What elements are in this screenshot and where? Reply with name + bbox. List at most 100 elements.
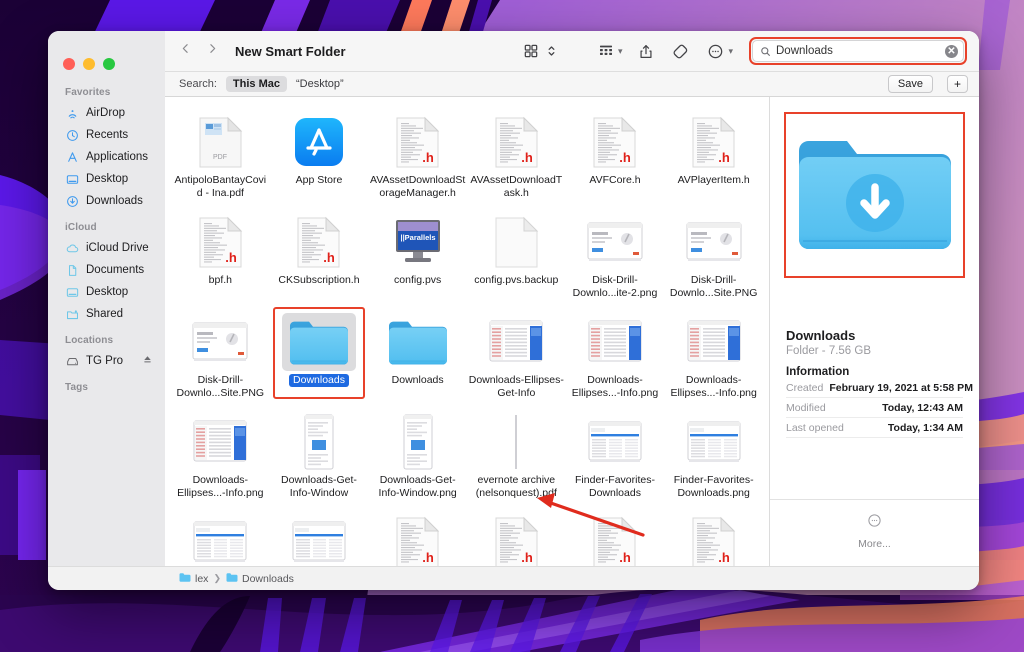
grid-view-icon[interactable] [519,41,543,61]
sidebar-item-airdrop[interactable]: AirDrop [48,102,165,124]
shared-folder-icon [65,307,79,321]
navigation-buttons[interactable] [179,41,219,61]
file-item[interactable]: Disk-Drill-Downlo...Site.PNG [664,207,763,307]
tag-icon[interactable] [668,41,693,62]
file-item[interactable]: App Store [270,107,369,207]
search-field[interactable]: Downloads ✕ [752,40,964,62]
file-item[interactable]: .h [368,507,467,566]
file-item[interactable]: ||Parallels config.pvs [368,207,467,307]
sidebar-item-downloads[interactable]: Downloads [48,190,165,212]
appstore-thumbnail-icon [294,113,344,171]
path-segment-downloads[interactable]: Downloads [226,572,294,586]
file-item[interactable]: Finder-Favorites-Downloads [566,407,665,507]
file-item[interactable]: evernote archive (nelsonquest).pdf [467,407,566,507]
group-by-icon[interactable] [594,41,618,61]
clear-circle-icon[interactable]: ✕ [945,44,958,58]
file-item[interactable]: .h AVPlayerItem.h [664,107,763,207]
preview-panel: Downloads Folder - 7.56 GB Information C… [770,97,979,566]
file-item[interactable]: .h CKSubscription.h [270,207,369,307]
add-criteria-button[interactable]: + [946,75,968,93]
preview-more-button[interactable]: More... [770,499,979,566]
sidebar-item-label: Desktop [86,286,129,298]
sidebar-item-icloud-drive[interactable]: iCloud Drive [48,237,165,259]
file-item[interactable]: Downloads-Get-Info-Window [270,407,369,507]
preview-meta-key: Modified [786,402,826,414]
header-thumbnail-icon: .h [691,513,736,566]
file-item[interactable]: Disk-Drill-Downlo...ite-2.png [566,207,665,307]
file-item[interactable]: .h [467,507,566,566]
file-item[interactable]: Downloads-Ellipses...-Info.png [566,307,665,407]
sidebar-item-label: TG Pro [86,355,124,367]
blankdoc-thumbnail-icon [494,213,539,271]
document-icon [65,263,79,277]
view-stepper-icon[interactable] [543,41,560,61]
finder-window[interactable]: Favorites AirDrop Recents Applications D… [48,31,979,590]
sidebar-item-label: Applications [86,151,149,163]
save-button[interactable]: Save [887,75,933,93]
file-item-label: Downloads-Get-Info-Window.png [378,474,457,499]
file-item[interactable]: .h AVAssetDownloadStorageManager.h [368,107,467,207]
file-item[interactable]: .h AVFCore.h [566,107,665,207]
file-item-label: Downloads-Get-Info-Window [281,474,357,499]
more-ellipsis-icon[interactable] [703,41,728,62]
screenshot-list-thumbnail-icon [193,513,247,566]
eject-icon[interactable] [142,354,153,368]
file-item[interactable] [171,507,270,566]
sidebar-item-recents[interactable]: Recents [48,124,165,146]
file-item[interactable]: Downloads-Ellipses...-Info.png [171,407,270,507]
preview-meta-key: Last opened [786,422,844,434]
file-grid-container[interactable]: PDF AntipoloBantayCovid - Ina.pdf App Sto… [165,97,770,566]
sidebar-item-documents[interactable]: Documents [48,259,165,281]
sidebar-item-desktop[interactable]: Desktop [48,168,165,190]
search-scope-bar[interactable]: Search: This Mac “Desktop” Save + [165,71,979,97]
airdrop-icon [65,106,79,120]
svg-text:.h: .h [225,250,237,265]
file-item[interactable]: .h [566,507,665,566]
preview-meta-row: Modified Today, 12:43 AM [786,398,963,418]
file-item-label: AntipoloBantayCovid - Ina.pdf [174,174,267,199]
sidebar-item-desktop-icloud[interactable]: Desktop [48,281,165,303]
parallels-thumbnail-icon: ||Parallels [392,213,444,271]
sidebar[interactable]: Favorites AirDrop Recents Applications D… [48,31,165,566]
toolbar[interactable]: New Smart Folder ▾ ▾ Downloads ✕ [165,31,979,71]
path-segment-lex[interactable]: lex [179,572,208,586]
chevron-down-icon[interactable]: ▾ [728,46,733,56]
sidebar-item-label: Recents [86,129,129,141]
file-item[interactable] [270,507,369,566]
sidebar-item-tg-pro[interactable]: TG Pro [48,350,165,372]
file-item[interactable]: Downloads [368,307,467,407]
file-item[interactable]: config.pvs.backup [467,207,566,307]
zoom-button[interactable] [103,57,115,70]
desktop-icon [65,285,79,299]
file-item[interactable]: Downloads-Get-Info-Window.png [368,407,467,507]
header-thumbnail-icon: .h [592,513,637,566]
file-item[interactable]: Downloads-Ellipses...-Info.png [664,307,763,407]
chevron-down-icon[interactable]: ▾ [618,46,623,56]
chevron-right-icon[interactable] [206,41,219,61]
file-item[interactable]: .h [664,507,763,566]
path-bar[interactable]: lex ❯ Downloads [48,566,979,590]
sidebar-item-shared[interactable]: Shared [48,303,165,325]
sidebar-item-applications[interactable]: Applications [48,146,165,168]
chevron-left-icon[interactable] [179,41,192,61]
scope-desktop[interactable]: “Desktop” [296,78,344,90]
pdf-thumbnail-icon: PDF [198,113,243,171]
file-grid[interactable]: PDF AntipoloBantayCovid - Ina.pdf App Sto… [165,97,769,566]
close-button[interactable] [63,57,75,70]
folder-thumbnail-icon [281,313,356,371]
file-item-label: Disk-Drill-Downlo...ite-2.png [572,274,658,299]
file-item[interactable]: PDF AntipoloBantayCovid - Ina.pdf [171,107,270,207]
scope-this-mac[interactable]: This Mac [225,76,287,92]
share-icon[interactable] [634,41,658,62]
file-item[interactable]: Disk-Drill-Downlo...Site.PNG [171,307,270,407]
header-thumbnail-icon: .h [395,513,440,566]
path-segment-label: lex [195,572,209,585]
minimize-button[interactable] [83,57,95,70]
search-input[interactable]: Downloads [776,45,940,57]
file-item[interactable]: .h AVAssetDownloadTask.h [467,107,566,207]
traffic-light-buttons[interactable] [48,37,165,77]
file-item-selected[interactable]: Downloads [270,307,369,407]
file-item[interactable]: Downloads-Ellipses-Get-Info [467,307,566,407]
file-item[interactable]: .h bpf.h [171,207,270,307]
file-item[interactable]: Finder-Favorites-Downloads.png [664,407,763,507]
